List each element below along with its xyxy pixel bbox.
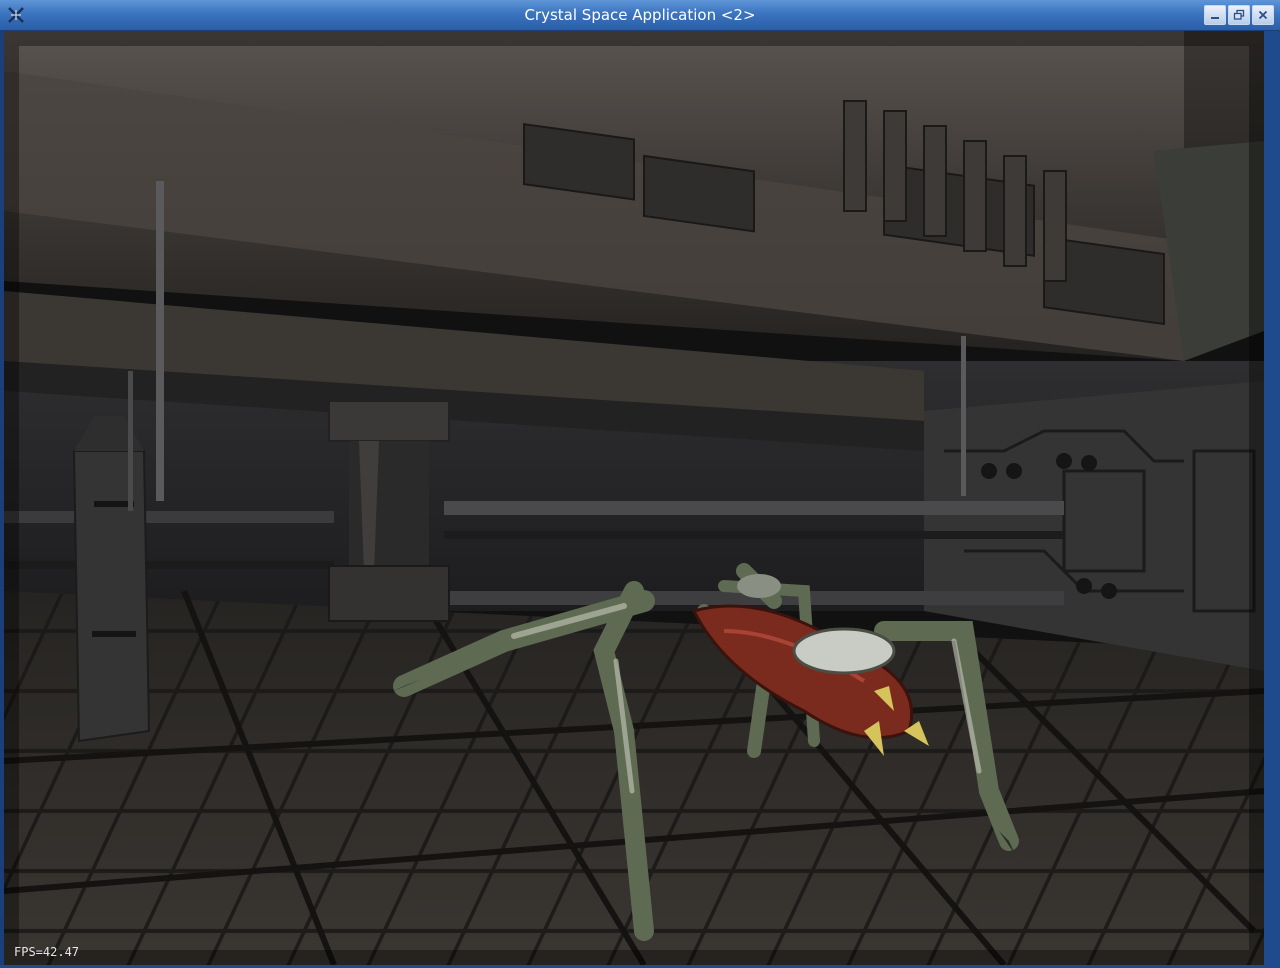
minimize-button[interactable] xyxy=(1204,5,1226,25)
minimize-icon xyxy=(1211,17,1219,19)
3d-scene xyxy=(4,31,1264,965)
close-icon xyxy=(1258,10,1268,20)
title-bar[interactable]: Crystal Space Application <2> xyxy=(0,0,1280,31)
render-viewport[interactable]: FPS=42.47 xyxy=(4,31,1264,965)
restore-button[interactable] xyxy=(1228,5,1250,25)
close-button[interactable] xyxy=(1252,5,1274,25)
window-title: Crystal Space Application <2> xyxy=(524,6,756,24)
app-window: Crystal Space Application <2> FPS=42.47 xyxy=(0,0,1280,968)
window-frame-right xyxy=(1264,31,1280,968)
fps-counter: FPS=42.47 xyxy=(14,945,80,959)
restore-icon xyxy=(1233,9,1245,20)
